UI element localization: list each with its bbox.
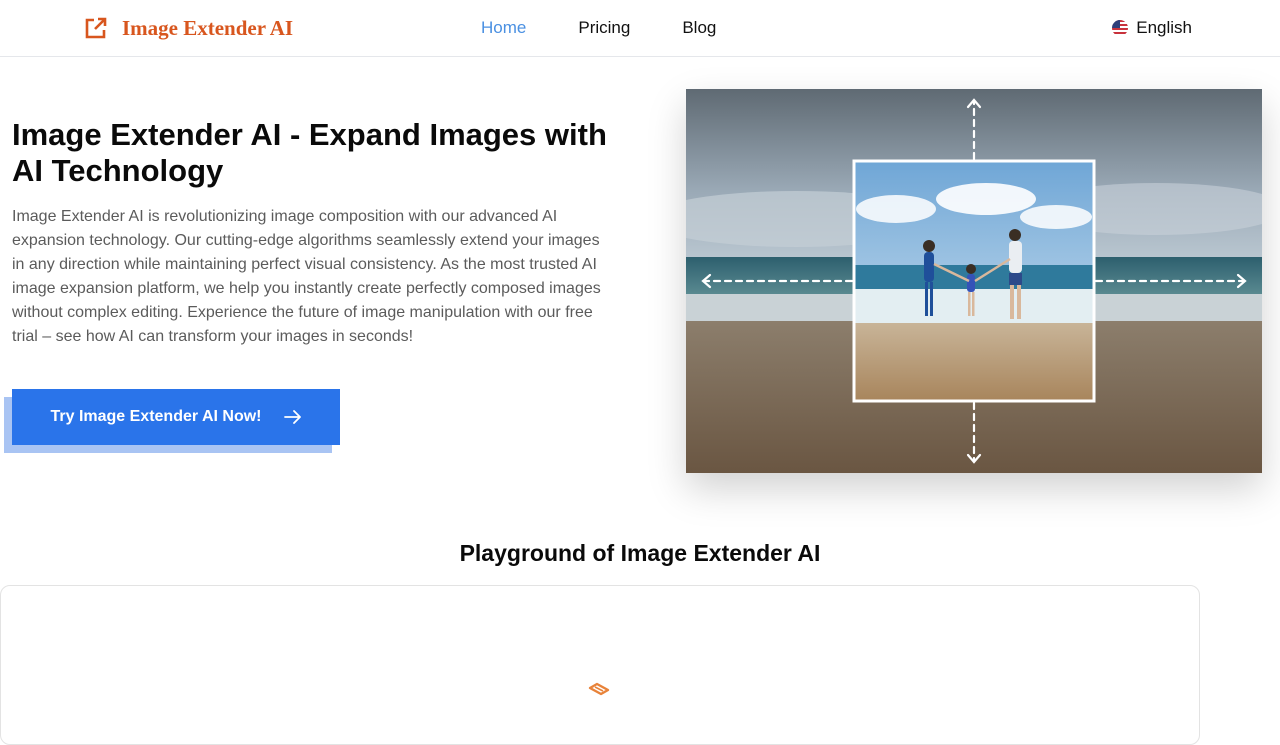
playground-panel (0, 585, 1200, 745)
hero-illustration (686, 89, 1262, 473)
try-now-button[interactable]: Try Image Extender AI Now! (12, 389, 340, 445)
try-now-label: Try Image Extender AI Now! (50, 408, 262, 425)
loading-icon (588, 682, 610, 696)
arrow-right-icon (283, 410, 301, 424)
external-link-icon (85, 17, 107, 39)
logo-text: Image Extender AI (122, 16, 294, 40)
nav-home[interactable]: Home (481, 18, 526, 38)
hero-title: Image Extender AI - Expand Images with A… (12, 117, 607, 188)
logo-link[interactable]: Image Extender AI (84, 15, 293, 41)
nav-blog[interactable]: Blog (682, 18, 716, 38)
us-flag-icon (1112, 20, 1129, 36)
nav-pricing[interactable]: Pricing (578, 18, 630, 38)
language-selector[interactable]: English (1112, 18, 1192, 38)
main-nav: Home Pricing Blog (481, 18, 768, 38)
playground-title: Playground of Image Extender AI (459, 540, 821, 566)
site-header: Image Extender AI Home Pricing Blog Engl… (0, 0, 1280, 57)
language-label: English (1136, 18, 1192, 37)
hero-description: Image Extender AI is revolutionizing ima… (12, 208, 601, 345)
